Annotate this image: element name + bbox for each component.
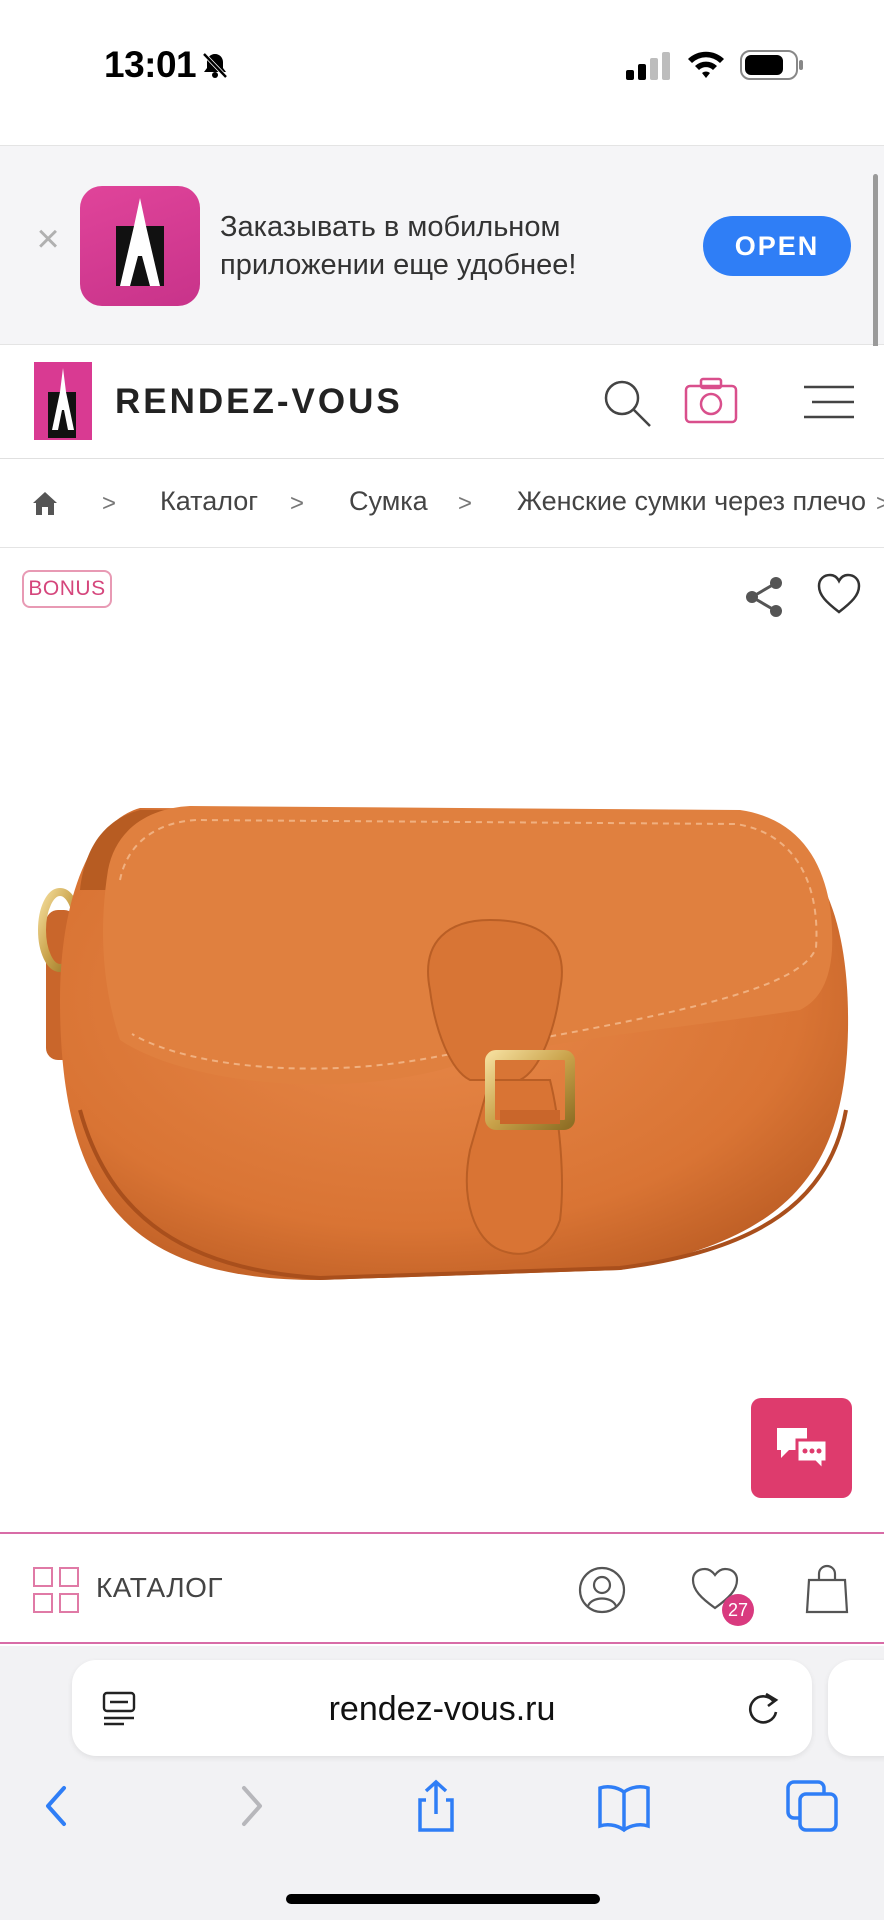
catalog-grid-icon[interactable] bbox=[32, 1566, 80, 1614]
cart-bag-icon[interactable] bbox=[804, 1564, 850, 1614]
reload-icon[interactable] bbox=[744, 1688, 782, 1728]
breadcrumb-item-catalog[interactable]: Каталог bbox=[160, 486, 258, 517]
next-tab-preview[interactable] bbox=[828, 1660, 884, 1756]
share-sheet-icon[interactable] bbox=[408, 1778, 464, 1834]
home-icon[interactable] bbox=[30, 488, 60, 518]
search-icon[interactable] bbox=[600, 376, 654, 430]
breadcrumb-item-crossbody[interactable]: Женские сумки через плечо bbox=[517, 486, 866, 517]
bottom-navigation: КАТАЛОГ 27 bbox=[0, 1532, 884, 1644]
tabs-icon[interactable] bbox=[784, 1778, 840, 1834]
status-bar: 13:01 bbox=[0, 0, 884, 130]
product-image[interactable] bbox=[20, 780, 860, 1410]
address-bar[interactable]: rendez-vous.ru bbox=[72, 1660, 812, 1756]
breadcrumb-separator: > bbox=[290, 490, 305, 517]
home-indicator bbox=[286, 1894, 600, 1904]
favorite-heart-icon[interactable] bbox=[816, 572, 862, 616]
site-logo[interactable] bbox=[34, 362, 92, 440]
breadcrumb-item-bag[interactable]: Сумка bbox=[349, 486, 428, 517]
smart-app-banner: × Заказывать в мобильном приложении еще … bbox=[0, 145, 884, 345]
share-icon[interactable] bbox=[742, 575, 786, 619]
breadcrumb-separator: > bbox=[876, 490, 884, 518]
breadcrumb-separator: > bbox=[102, 490, 117, 517]
cellular-signal-icon bbox=[626, 52, 670, 80]
logo-eiffel-icon bbox=[48, 368, 76, 438]
site-header: RENDEZ-VOUS bbox=[0, 346, 884, 459]
breadcrumb-separator: > bbox=[458, 490, 473, 517]
back-icon[interactable] bbox=[30, 1778, 86, 1834]
battery-icon bbox=[740, 50, 803, 80]
brand-name[interactable]: RENDEZ-VOUS bbox=[115, 382, 403, 422]
open-app-button[interactable]: OPEN bbox=[703, 216, 851, 276]
bonus-badge: BONUS bbox=[22, 570, 112, 608]
breadcrumb: > Каталог > Сумка > Женские сумки через … bbox=[0, 460, 884, 548]
forward-icon[interactable] bbox=[222, 1778, 278, 1834]
menu-icon[interactable] bbox=[800, 382, 856, 422]
close-icon[interactable]: × bbox=[30, 219, 66, 259]
bell-muted-icon bbox=[202, 52, 228, 79]
browser-chrome: rendez-vous.ru bbox=[0, 1646, 884, 1920]
profile-icon[interactable] bbox=[578, 1566, 626, 1614]
camera-icon[interactable] bbox=[683, 376, 739, 426]
status-time: 13:01 bbox=[104, 44, 197, 85]
catalog-label[interactable]: КАТАЛОГ bbox=[96, 1572, 223, 1604]
chat-bubbles-icon bbox=[776, 1428, 828, 1472]
eiffel-logo-icon bbox=[116, 198, 164, 286]
chat-button[interactable] bbox=[751, 1398, 852, 1498]
bookmarks-icon[interactable] bbox=[596, 1778, 652, 1834]
url-text[interactable]: rendez-vous.ru bbox=[72, 1690, 812, 1729]
wifi-icon bbox=[688, 51, 724, 78]
app-icon bbox=[80, 186, 200, 306]
favorites-count-badge: 27 bbox=[722, 1594, 754, 1626]
banner-message: Заказывать в мобильном приложении еще уд… bbox=[220, 211, 577, 281]
